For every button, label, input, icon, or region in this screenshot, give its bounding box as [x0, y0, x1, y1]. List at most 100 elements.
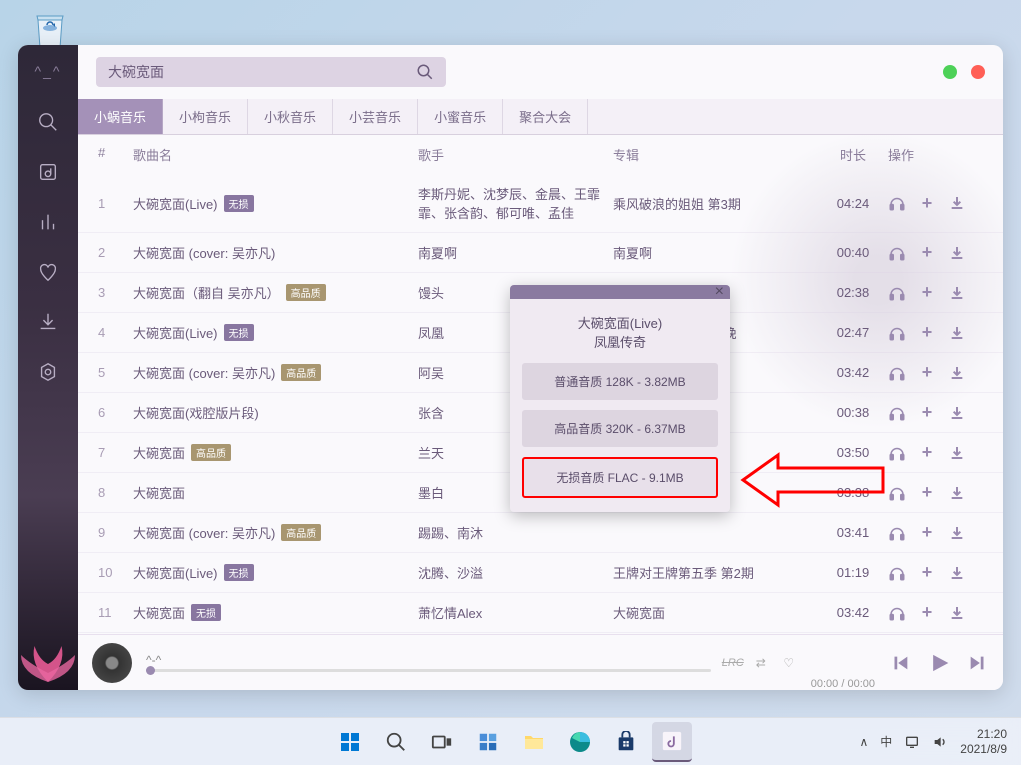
window-controls — [943, 65, 985, 79]
tab-xiaogou[interactable]: 小枸音乐 — [163, 99, 248, 134]
song-row[interactable]: 12 大碗宽面 (cover: 吴亦凡) 幻爵 03:36 + — [78, 633, 1003, 634]
volume-icon[interactable] — [932, 734, 948, 750]
album-disc[interactable] — [92, 643, 132, 683]
song-album: 大碗宽面 — [613, 603, 818, 622]
add-icon[interactable]: + — [918, 404, 936, 422]
download-icon[interactable] — [948, 484, 966, 502]
listen-icon[interactable] — [888, 364, 906, 382]
download-icon[interactable] — [948, 564, 966, 582]
song-row[interactable]: 1 大碗宽面(Live)无损 李斯丹妮、沈梦辰、金晨、王霏霏、张含韵、郁可唯、孟… — [78, 174, 1003, 233]
prev-button[interactable] — [889, 652, 911, 674]
listen-icon[interactable] — [888, 404, 906, 422]
listen-icon[interactable] — [888, 604, 906, 622]
sidebar: ^_^ — [18, 45, 78, 690]
quality-badge: 高品质 — [286, 284, 326, 301]
next-button[interactable] — [967, 652, 989, 674]
col-song-name: 歌曲名 — [133, 145, 418, 164]
add-icon[interactable]: + — [918, 194, 936, 212]
quality-badge: 高品质 — [191, 444, 231, 461]
clock-date: 2021/8/9 — [960, 742, 1007, 756]
modal-close-icon[interactable]: × — [715, 284, 724, 300]
start-button[interactable] — [330, 722, 370, 762]
search-icon[interactable] — [416, 63, 434, 81]
store-icon[interactable] — [606, 722, 646, 762]
add-icon[interactable]: + — [918, 604, 936, 622]
tab-xiaowo[interactable]: 小蜗音乐 — [78, 99, 163, 134]
progress-bar[interactable] — [146, 669, 711, 672]
download-icon[interactable] — [948, 284, 966, 302]
quality-flac-button[interactable]: 无损音质 FLAC - 9.1MB — [522, 457, 718, 498]
modal-artist: 凤凰传奇 — [522, 332, 718, 351]
listen-icon[interactable] — [888, 564, 906, 582]
network-icon[interactable] — [904, 734, 920, 750]
download-icon[interactable] — [948, 604, 966, 622]
song-duration: 03:50 — [818, 445, 888, 460]
listen-icon[interactable] — [888, 194, 906, 212]
task-view-icon[interactable] — [422, 722, 462, 762]
stats-icon[interactable] — [37, 211, 59, 233]
main-content: 小蜗音乐 小枸音乐 小秋音乐 小芸音乐 小蜜音乐 聚合大会 # 歌曲名 歌手 专… — [78, 45, 1003, 690]
add-icon[interactable]: + — [918, 364, 936, 382]
download-icon[interactable] — [948, 244, 966, 262]
download-icon[interactable] — [948, 404, 966, 422]
tray-overflow-icon[interactable]: ∧ — [859, 735, 868, 749]
row-index: 4 — [98, 325, 133, 340]
downloads-icon[interactable] — [37, 311, 59, 333]
lyrics-icon[interactable]: LRC — [725, 655, 741, 671]
quality-320k-button[interactable]: 高品音质 320K - 6.37MB — [522, 410, 718, 447]
clock[interactable]: 21:20 2021/8/9 — [960, 727, 1007, 756]
search-tab-icon[interactable] — [37, 111, 59, 133]
file-explorer-icon[interactable] — [514, 722, 554, 762]
song-row[interactable]: 10 大碗宽面(Live)无损 沈腾、沙溢 王牌对王牌第五季 第2期 01:19… — [78, 553, 1003, 593]
song-name: 大碗宽面 — [133, 603, 185, 622]
add-icon[interactable]: + — [918, 524, 936, 542]
listen-icon[interactable] — [888, 284, 906, 302]
shuffle-icon[interactable]: ⇄ — [753, 655, 769, 671]
listen-icon[interactable] — [888, 524, 906, 542]
song-row[interactable]: 9 大碗宽面 (cover: 吴亦凡)高品质 踢踢、南沐 03:41 + — [78, 513, 1003, 553]
edge-icon[interactable] — [560, 722, 600, 762]
library-icon[interactable] — [37, 161, 59, 183]
listen-icon[interactable] — [888, 444, 906, 462]
download-icon[interactable] — [948, 444, 966, 462]
listen-icon[interactable] — [888, 484, 906, 502]
song-artist: 李斯丹妮、沈梦辰、金晨、王霏霏、张含韵、郁可唯、孟佳 — [418, 184, 613, 222]
add-icon[interactable]: + — [918, 324, 936, 342]
tab-xiaomi[interactable]: 小蜜音乐 — [418, 99, 503, 134]
quality-badge: 无损 — [224, 564, 254, 581]
song-name: 大碗宽面(Live) — [133, 323, 218, 342]
song-row[interactable]: 11 大碗宽面无损 萧忆情Alex 大碗宽面 03:42 + — [78, 593, 1003, 633]
music-app-taskbar-icon[interactable] — [652, 722, 692, 762]
like-icon[interactable]: ♡ — [781, 655, 797, 671]
song-duration: 00:38 — [818, 405, 888, 420]
tab-aggregate[interactable]: 聚合大会 — [503, 99, 588, 134]
download-icon[interactable] — [948, 364, 966, 382]
row-index: 11 — [98, 605, 133, 620]
download-icon[interactable] — [948, 324, 966, 342]
tab-xiaoqiu[interactable]: 小秋音乐 — [248, 99, 333, 134]
favorites-icon[interactable] — [37, 261, 59, 283]
quality-128k-button[interactable]: 普通音质 128K - 3.82MB — [522, 363, 718, 400]
taskbar-search-icon[interactable] — [376, 722, 416, 762]
tab-xiaoyun[interactable]: 小芸音乐 — [333, 99, 418, 134]
download-icon[interactable] — [948, 524, 966, 542]
row-index: 6 — [98, 405, 133, 420]
search-input[interactable] — [108, 64, 416, 80]
add-icon[interactable]: + — [918, 444, 936, 462]
listen-icon[interactable] — [888, 324, 906, 342]
song-row[interactable]: 2 大碗宽面 (cover: 吴亦凡) 南夏啊 南夏啊 00:40 + — [78, 233, 1003, 273]
settings-icon[interactable] — [37, 361, 59, 383]
minimize-button[interactable] — [943, 65, 957, 79]
ime-indicator[interactable]: 中 — [880, 733, 892, 750]
listen-icon[interactable] — [888, 244, 906, 262]
add-icon[interactable]: + — [918, 484, 936, 502]
download-icon[interactable] — [948, 194, 966, 212]
close-button[interactable] — [971, 65, 985, 79]
row-index: 10 — [98, 565, 133, 580]
add-icon[interactable]: + — [918, 284, 936, 302]
widgets-icon[interactable] — [468, 722, 508, 762]
song-duration: 02:38 — [818, 285, 888, 300]
add-icon[interactable]: + — [918, 564, 936, 582]
add-icon[interactable]: + — [918, 244, 936, 262]
play-button[interactable] — [925, 649, 953, 677]
